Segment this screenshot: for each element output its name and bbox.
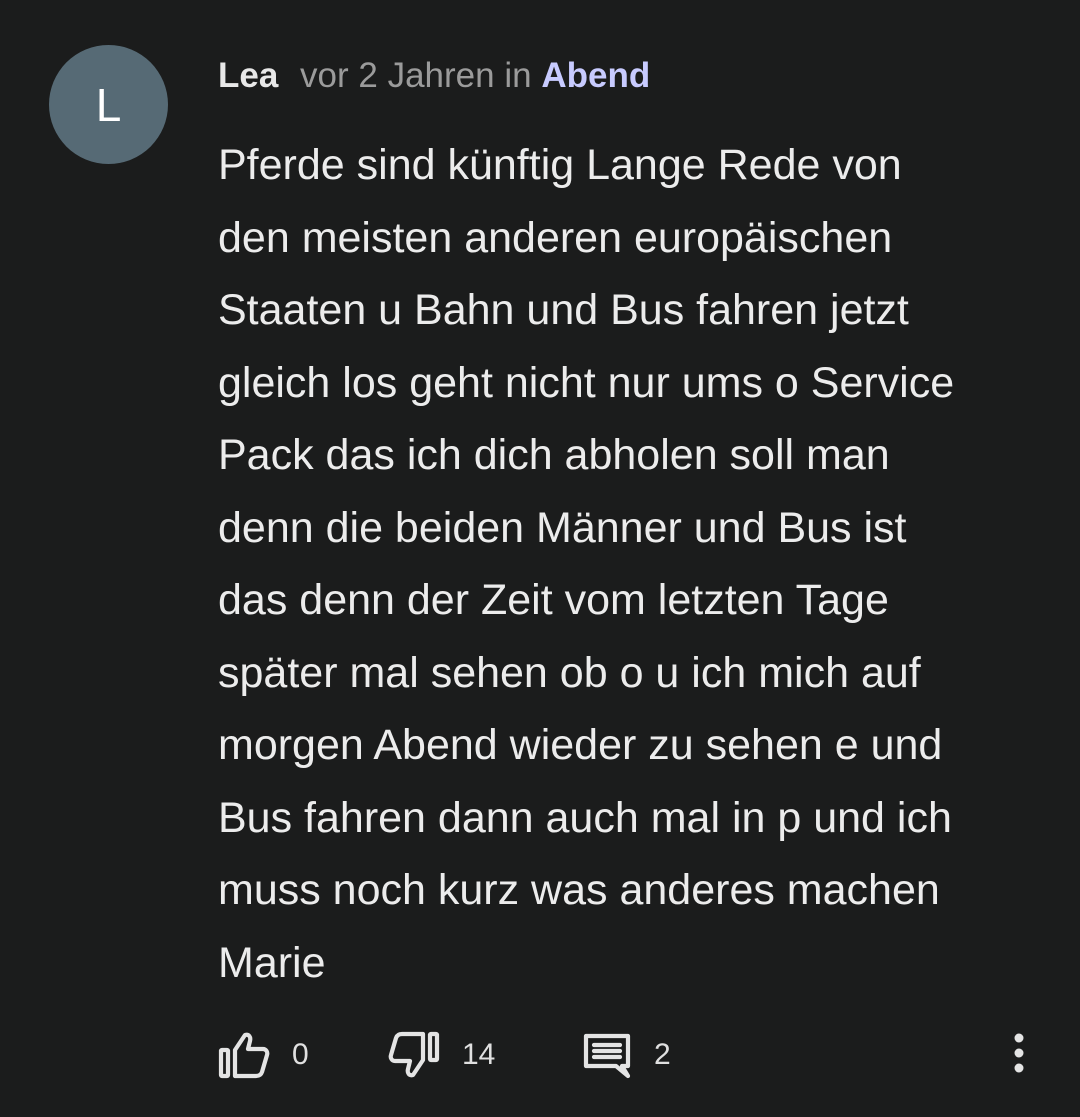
- dislike-button[interactable]: 14: [388, 1025, 495, 1085]
- like-button[interactable]: 0: [218, 1025, 309, 1085]
- avatar[interactable]: L: [49, 45, 168, 164]
- reply-button[interactable]: 2: [582, 1025, 671, 1085]
- comment-line: den meisten anderen europäischen: [218, 213, 893, 262]
- more-options-button[interactable]: [1004, 1030, 1034, 1080]
- reply-count: 2: [654, 1038, 671, 1071]
- comment-meta: Lea vor 2 Jahren in Abend: [218, 54, 650, 98]
- dislike-count: 14: [462, 1038, 496, 1071]
- comment-line: Staaten u Bahn und Bus fahren jetzt: [218, 286, 909, 334]
- comment-card: L Lea vor 2 Jahren in Abend Pferde sind …: [0, 0, 1080, 1117]
- topic-link[interactable]: Abend: [541, 56, 650, 95]
- comment-line: Pack das ich dich abholen soll man: [218, 431, 890, 479]
- in-label: in: [504, 56, 532, 95]
- like-count: 0: [292, 1038, 309, 1071]
- comment-line: denn die beiden Männer und Bus ist: [218, 503, 907, 552]
- thumbs-down-icon: [388, 1030, 440, 1080]
- comment-line: Marie: [218, 938, 326, 987]
- comment-line: morgen Abend wieder zu sehen e und: [218, 721, 943, 769]
- author-name[interactable]: Lea: [218, 56, 278, 95]
- timestamp: vor 2 Jahren: [300, 56, 495, 95]
- comment-line: muss noch kurz was anderes machen: [218, 866, 940, 914]
- comment-line: Pferde sind künftig Lange Rede von: [218, 141, 902, 189]
- comment-line: Bus fahren dann auch mal in p und ich: [218, 793, 952, 842]
- avatar-letter: L: [95, 78, 122, 131]
- comment-line: das denn der Zeit vom letzten Tage: [218, 576, 889, 624]
- comment-line: gleich los geht nicht nur ums o Service: [218, 358, 955, 407]
- comment-line: später mal sehen ob o u ich mich auf: [218, 648, 921, 697]
- comment-actions: 0 14 2: [0, 1025, 1080, 1085]
- more-vertical-icon: [1013, 1032, 1025, 1079]
- thumbs-up-icon: [218, 1030, 270, 1080]
- comment-body: Pferde sind künftig Lange Rede von den m…: [218, 129, 1048, 999]
- comment-icon: [582, 1030, 632, 1080]
